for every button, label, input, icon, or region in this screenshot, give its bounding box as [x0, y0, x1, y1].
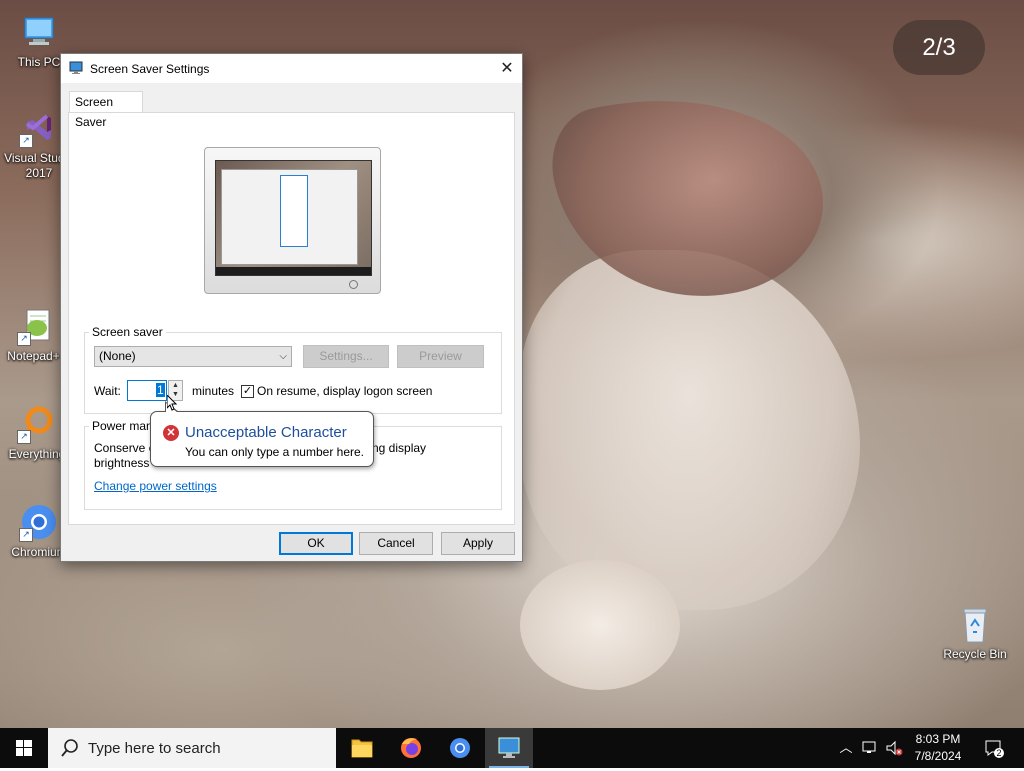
apply-button[interactable]: Apply: [441, 532, 515, 555]
power-description-line2: brightness: [94, 456, 150, 470]
power-management-group-label: Power man: [89, 419, 156, 433]
screen-saver-preview-monitor: [204, 147, 381, 294]
taskbar-file-explorer[interactable]: [338, 728, 386, 768]
folder-icon: [351, 739, 373, 758]
wallpaper-cat-body: [520, 250, 860, 610]
cancel-button[interactable]: Cancel: [359, 532, 433, 555]
chevron-down-icon: ⌵: [279, 351, 287, 362]
tab-screen-saver[interactable]: Screen Saver: [69, 91, 143, 129]
dialog-titlebar[interactable]: Screen Saver Settings ✕: [61, 54, 522, 83]
shortcut-arrow-icon: ↗: [19, 134, 33, 148]
visual-studio-icon: ↗: [19, 108, 59, 148]
wait-minutes-value: 1: [156, 383, 165, 397]
windows-logo-icon: [16, 740, 32, 756]
spinner-up-icon[interactable]: ▲: [169, 381, 182, 390]
wait-label: Wait:: [94, 384, 121, 398]
close-icon[interactable]: ✕: [492, 54, 522, 83]
notepad-plus-plus-icon: ↗: [17, 306, 57, 346]
error-icon: ✕: [163, 425, 179, 441]
minutes-label: minutes: [192, 384, 235, 398]
wait-minutes-input[interactable]: 1: [127, 380, 167, 401]
notification-count-badge: 2: [996, 748, 1002, 758]
balloon-title: Unacceptable Character: [185, 424, 347, 441]
recycle-bin-icon: [955, 604, 995, 644]
photo-counter: 2/3: [893, 20, 985, 75]
screen-saver-select[interactable]: (None) ⌵: [94, 346, 292, 367]
monitor-power-icon: [349, 280, 358, 289]
show-hidden-icons-chevron-up-icon[interactable]: ︿: [836, 738, 856, 758]
desktop-icon-label: Recycle Bin: [943, 647, 1007, 661]
ok-button[interactable]: OK: [279, 532, 353, 555]
chromium-icon: ↗: [19, 502, 59, 542]
screen-saver-selected-value: (None): [99, 349, 136, 363]
taskbar-search-box[interactable]: Type here to search: [48, 728, 336, 768]
shortcut-arrow-icon: ↗: [17, 430, 31, 444]
search-placeholder: Type here to search: [88, 740, 221, 757]
search-icon: [60, 738, 80, 758]
computer-icon: [19, 12, 59, 52]
settings-button[interactable]: Settings...: [303, 345, 389, 368]
dialog-title: Screen Saver Settings: [90, 62, 210, 76]
preview-button[interactable]: Preview: [397, 345, 484, 368]
start-button[interactable]: [0, 728, 48, 768]
unacceptable-character-balloon: ✕ Unacceptable Character You can only ty…: [150, 401, 374, 467]
action-center-icon[interactable]: 2: [983, 737, 1004, 758]
power-description-line1-end: ng display: [372, 441, 427, 455]
network-icon[interactable]: [860, 738, 880, 758]
taskbar-chromium[interactable]: [436, 728, 484, 768]
taskbar: Type here to search ︿ 8:03 PM 7/8/2024 2: [0, 728, 1024, 768]
logon-screen-checkbox[interactable]: ✓: [241, 385, 254, 398]
change-power-settings-link[interactable]: Change power settings: [94, 479, 217, 493]
logon-screen-label: On resume, display logon screen: [257, 384, 433, 398]
everything-search-icon: ↗: [17, 404, 57, 444]
shortcut-arrow-icon: ↗: [17, 332, 31, 346]
screen-saver-group-label: Screen saver: [89, 325, 166, 339]
screen-saver-settings-dialog: Screen Saver Settings ✕ Screen Saver Scr…: [60, 53, 523, 562]
shortcut-arrow-icon: ↗: [19, 528, 33, 542]
mouse-pointer-icon: [166, 393, 178, 411]
checkmark-icon: ✓: [242, 385, 253, 397]
taskbar-screen-saver-settings[interactable]: [485, 728, 533, 768]
clock-time: 8:03 PM: [915, 732, 961, 746]
screen-saver-app-icon: [69, 61, 83, 75]
volume-muted-icon[interactable]: [884, 738, 904, 758]
preview-miniature-list: [280, 175, 308, 247]
screen-saver-app-icon: [498, 737, 520, 758]
chromium-icon: [450, 738, 470, 758]
balloon-message: You can only type a number here.: [185, 445, 365, 459]
clock-date: 7/8/2024: [914, 749, 962, 763]
wallpaper-cat-paw: [520, 560, 680, 690]
firefox-icon: [401, 738, 421, 758]
desktop-icon-recycle-bin[interactable]: Recycle Bin: [938, 604, 1012, 662]
preview-screen: [215, 160, 372, 276]
preview-miniature-taskbar: [216, 267, 371, 275]
taskbar-clock[interactable]: 8:03 PM 7/8/2024: [904, 731, 972, 765]
power-description-line1: Conserve e: [94, 441, 156, 455]
taskbar-firefox[interactable]: [387, 728, 435, 768]
